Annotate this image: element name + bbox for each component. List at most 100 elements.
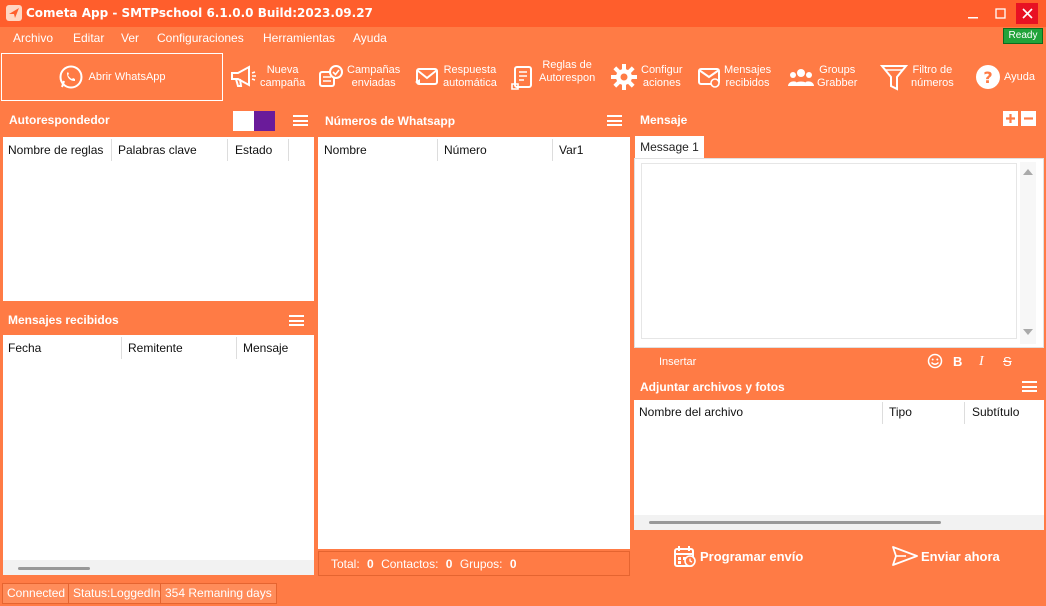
- attachments-menu-icon[interactable]: [1022, 381, 1037, 392]
- message-scrollbar[interactable]: [1020, 162, 1036, 344]
- groups-grabber-label: Groups Grabber: [817, 64, 858, 89]
- window-title: Cometa App - SMTPschool 6.1.0.0 Build:20…: [26, 6, 373, 20]
- autoresponder-table[interactable]: [3, 137, 314, 301]
- app-logo-icon: [6, 5, 22, 21]
- number-filter-button[interactable]: Filtro de números: [880, 55, 954, 99]
- received-table[interactable]: [3, 335, 314, 575]
- numbers-menu-icon[interactable]: [607, 115, 622, 126]
- strikethrough-button[interactable]: S: [1003, 354, 1012, 369]
- new-campaign-label: Nueva campaña: [260, 64, 306, 89]
- schedule-send-button[interactable]: Programar envío: [673, 543, 803, 569]
- groups-label: Grupos:: [459, 557, 503, 571]
- autoresponder-toggle[interactable]: [233, 111, 275, 131]
- menu-ayuda[interactable]: Ayuda: [353, 31, 387, 45]
- login-status: Status:LoggedIn: [68, 583, 166, 604]
- col-file-name[interactable]: Nombre del archivo: [639, 405, 743, 419]
- autoresponder-rules-button[interactable]: Reglas de Autorespon: [510, 55, 595, 99]
- reply-mail-icon: [415, 68, 438, 85]
- col-divider: [552, 139, 553, 161]
- col-name[interactable]: Nombre: [324, 143, 367, 157]
- sent-campaigns-button[interactable]: Campañas enviadas: [318, 55, 400, 99]
- col-divider: [288, 139, 289, 161]
- menu-ver[interactable]: Ver: [121, 31, 139, 45]
- received-title: Mensajes recibidos: [8, 313, 119, 327]
- received-messages-label: Mensajes recibidos: [724, 64, 772, 89]
- calendar-clock-icon: [674, 546, 696, 567]
- tab-message-1[interactable]: Message 1: [635, 136, 704, 158]
- maximize-button[interactable]: [988, 0, 1012, 27]
- received-mail-icon: [698, 68, 720, 88]
- auto-reply-label: Respuesta automática: [443, 64, 497, 89]
- send-now-label: Enviar ahora: [921, 548, 1000, 564]
- sent-campaigns-icon: [319, 65, 343, 87]
- auto-reply-button[interactable]: Respuesta automática: [414, 55, 497, 99]
- settings-label: Configur aciones: [641, 64, 683, 89]
- plus-icon: [1006, 114, 1015, 123]
- attachments-table[interactable]: [634, 400, 1044, 530]
- numbers-title: Números de Whatsapp: [325, 114, 456, 128]
- whatsapp-icon: [59, 65, 83, 89]
- numbers-table[interactable]: [318, 137, 630, 549]
- col-rule-name[interactable]: Nombre de reglas: [8, 143, 103, 157]
- settings-button[interactable]: Configur aciones: [610, 55, 683, 99]
- total-value: 0: [367, 557, 374, 571]
- contacts-label: Contactos:: [381, 557, 439, 571]
- col-sender[interactable]: Remitente: [128, 341, 183, 355]
- message-title: Mensaje: [640, 113, 688, 127]
- received-scrollbar-thumb[interactable]: [18, 567, 90, 570]
- menu-archivo[interactable]: Archivo: [13, 31, 53, 45]
- maximize-icon: [994, 8, 1006, 19]
- col-keywords[interactable]: Palabras clave: [118, 143, 197, 157]
- menu-configuraciones[interactable]: Configuraciones: [157, 31, 244, 45]
- help-label: Ayuda: [1004, 70, 1035, 83]
- received-messages-button[interactable]: Mensajes recibidos: [697, 55, 771, 99]
- emoji-icon[interactable]: [927, 353, 943, 369]
- scroll-down-icon[interactable]: [1023, 328, 1033, 336]
- attachments-title: Adjuntar archivos y fotos: [640, 380, 785, 394]
- autoresponder-menu-icon[interactable]: [293, 115, 308, 126]
- col-date[interactable]: Fecha: [8, 341, 41, 355]
- group-users-icon: [788, 69, 814, 86]
- help-button[interactable]: ? Ayuda: [975, 55, 1035, 99]
- col-caption[interactable]: Subtítulo: [972, 405, 1019, 419]
- svg-text:?: ?: [983, 68, 992, 87]
- groups-value: 0: [509, 557, 517, 571]
- megaphone-icon: [231, 65, 256, 87]
- close-button[interactable]: [1016, 3, 1038, 24]
- col-divider: [111, 139, 112, 161]
- scroll-up-icon[interactable]: [1023, 168, 1033, 176]
- minimize-button[interactable]: [961, 0, 985, 27]
- filter-icon: [880, 65, 908, 91]
- connection-status: Connected: [2, 583, 71, 604]
- col-status[interactable]: Estado: [235, 143, 272, 157]
- minus-icon: [1024, 117, 1033, 120]
- remove-message-button[interactable]: [1021, 111, 1036, 126]
- col-type[interactable]: Tipo: [889, 405, 912, 419]
- bold-button[interactable]: B: [953, 354, 962, 369]
- italic-button[interactable]: I: [979, 354, 984, 370]
- rules-document-icon: [511, 66, 532, 90]
- add-message-button[interactable]: [1003, 111, 1018, 126]
- gear-icon: [611, 64, 637, 90]
- send-now-button[interactable]: Enviar ahora: [892, 543, 1000, 569]
- col-message[interactable]: Mensaje: [243, 341, 288, 355]
- insert-label[interactable]: Insertar: [659, 356, 696, 368]
- menu-editar[interactable]: Editar: [73, 31, 104, 45]
- groups-grabber-button[interactable]: Groups Grabber: [788, 55, 857, 99]
- col-divider: [227, 139, 228, 161]
- schedule-send-label: Programar envío: [700, 548, 804, 564]
- minimize-icon: [968, 16, 978, 18]
- ready-status-badge: Ready: [1003, 28, 1043, 44]
- autoresponder-title: Autorespondedor: [9, 113, 110, 127]
- attachments-scrollbar-thumb[interactable]: [649, 521, 941, 524]
- received-menu-icon[interactable]: [289, 315, 304, 326]
- sent-campaigns-label: Campañas enviadas: [347, 64, 401, 89]
- toggle-off-segment: [233, 111, 254, 131]
- col-number[interactable]: Número: [444, 143, 487, 157]
- message-text-area[interactable]: [641, 163, 1017, 339]
- new-campaign-button[interactable]: Nueva campaña: [229, 55, 305, 99]
- send-icon: [892, 546, 918, 566]
- col-var1[interactable]: Var1: [559, 143, 583, 157]
- menu-herramientas[interactable]: Herramientas: [263, 31, 335, 45]
- open-whatsapp-button[interactable]: Abrir WhatsApp: [1, 53, 223, 101]
